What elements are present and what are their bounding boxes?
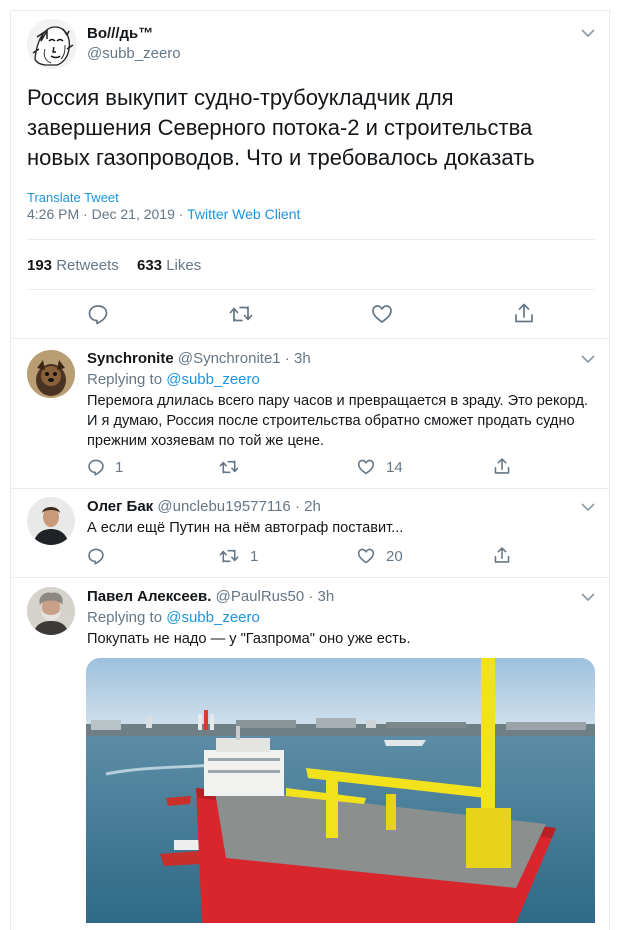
replying-to-prefix: Replying to bbox=[87, 609, 163, 626]
reply-header: Synchronite @Synchronite1 · 3h bbox=[87, 350, 311, 367]
retweet-count: 1 bbox=[250, 548, 259, 565]
retweet-icon[interactable] bbox=[229, 303, 253, 325]
replying-to-link[interactable]: @subb_zeero bbox=[166, 371, 260, 388]
reply-header: Павел Алексеев. @PaulRus50 · 3h bbox=[87, 588, 334, 605]
author-handle[interactable]: @subb_zeero bbox=[87, 45, 181, 62]
retweet-icon[interactable] bbox=[219, 547, 239, 565]
reply-count: 1 bbox=[115, 459, 124, 476]
tweet-text: Россия выкупит судно-трубоукладчик для з… bbox=[27, 83, 535, 173]
reply-text-line: И я думаю, Россия после строительства об… bbox=[87, 413, 575, 429]
replying-to-link[interactable]: @subb_zeero bbox=[166, 609, 260, 626]
chevron-down-icon[interactable] bbox=[581, 28, 595, 38]
pipelay-vessel-photo bbox=[86, 658, 595, 923]
reply-author-name[interactable]: Олег Бак bbox=[87, 498, 153, 515]
reply-text-line: Перемога длилась всего пару часов и прев… bbox=[87, 393, 589, 409]
divider bbox=[27, 239, 595, 240]
reply-avatar[interactable] bbox=[27, 587, 75, 635]
replying-to-prefix: Replying to bbox=[87, 371, 163, 388]
retweets-count: 193 bbox=[27, 257, 53, 274]
share-icon[interactable] bbox=[513, 302, 535, 324]
likes-stat[interactable]: 633 Likes bbox=[137, 257, 201, 274]
person-avatar-icon bbox=[27, 497, 75, 545]
tweet-text-line: Россия выкупит судно-трубоукладчик для bbox=[27, 85, 454, 110]
reply-icon[interactable] bbox=[87, 547, 105, 565]
chevron-down-icon[interactable] bbox=[581, 502, 595, 512]
reply-text-line: А если ещё Путин на нём автограф постави… bbox=[87, 520, 404, 536]
like-icon[interactable] bbox=[371, 303, 393, 325]
tweet-time[interactable]: 4:26 PM · Dec 21, 2019 · bbox=[27, 206, 187, 222]
like-count: 20 bbox=[386, 548, 403, 565]
bearded-man-avatar-icon bbox=[27, 587, 75, 635]
share-icon[interactable] bbox=[493, 546, 511, 564]
like-icon[interactable] bbox=[357, 458, 375, 476]
likes-label: Likes bbox=[166, 257, 202, 274]
divider bbox=[11, 338, 609, 339]
reply-text: Покупать не надо — у "Газпрома" оно уже … bbox=[87, 629, 411, 649]
replying-to: Replying to @subb_zeero bbox=[87, 371, 260, 388]
likes-count: 633 bbox=[137, 257, 163, 274]
author-name[interactable]: Bo///дь™ bbox=[87, 25, 153, 42]
divider bbox=[11, 577, 609, 578]
reply-text: Перемога длилась всего пару часов и прев… bbox=[87, 391, 588, 451]
attached-photo[interactable] bbox=[86, 658, 595, 923]
retweets-stat[interactable]: 193 Retweets bbox=[27, 257, 119, 274]
share-icon[interactable] bbox=[493, 457, 511, 475]
replying-to: Replying to @subb_zeero bbox=[87, 609, 260, 626]
reply-avatar[interactable] bbox=[27, 350, 75, 398]
chevron-down-icon[interactable] bbox=[581, 354, 595, 364]
avatar-sketch-icon bbox=[27, 19, 77, 69]
divider bbox=[11, 488, 609, 489]
reply-icon[interactable] bbox=[87, 303, 109, 325]
reply-author-meta[interactable]: @PaulRus50 · 3h bbox=[216, 588, 335, 605]
reply-author-name[interactable]: Павел Алексеев. bbox=[87, 588, 211, 605]
dog-avatar-icon bbox=[27, 350, 75, 398]
chevron-down-icon[interactable] bbox=[581, 592, 595, 602]
reply-text-line: Покупать не надо — у "Газпрома" оно уже … bbox=[87, 631, 411, 647]
reply-author-meta[interactable]: @Synchronite1 · 3h bbox=[178, 350, 311, 367]
tweet-text-line: новых газопроводов. Что и требовалось до… bbox=[27, 145, 535, 170]
tweet-timestamp: 4:26 PM · Dec 21, 2019 · Twitter Web Cli… bbox=[27, 206, 300, 222]
reply-avatar[interactable] bbox=[27, 497, 75, 545]
reply-icon[interactable] bbox=[87, 458, 105, 476]
reply-author-meta[interactable]: @unclebu19577116 · 2h bbox=[157, 498, 320, 515]
like-count: 14 bbox=[386, 459, 403, 476]
like-icon[interactable] bbox=[357, 547, 375, 565]
reply-author-name[interactable]: Synchronite bbox=[87, 350, 174, 367]
translate-tweet-link[interactable]: Translate Tweet bbox=[27, 190, 119, 205]
reply-text-line: прежним хозяевам по той же цене. bbox=[87, 433, 325, 449]
retweet-icon[interactable] bbox=[219, 458, 239, 476]
author-avatar[interactable] bbox=[27, 19, 77, 69]
divider bbox=[27, 289, 595, 290]
tweet-client-link[interactable]: Twitter Web Client bbox=[187, 206, 300, 222]
reply-text: А если ещё Путин на нём автограф постави… bbox=[87, 518, 403, 538]
reply-header: Олег Бак @unclebu19577116 · 2h bbox=[87, 498, 321, 515]
retweets-label: Retweets bbox=[56, 257, 119, 274]
tweet-text-line: завершения Северного потока-2 и строител… bbox=[27, 115, 533, 140]
